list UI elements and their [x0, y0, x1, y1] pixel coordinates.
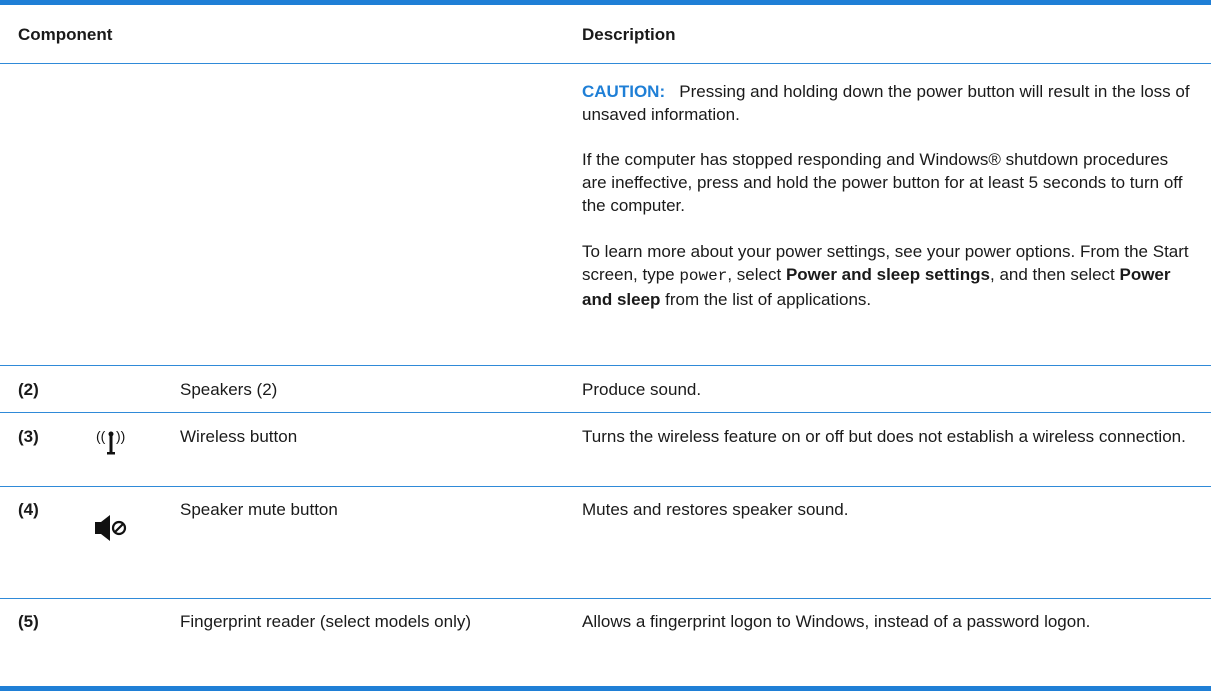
row-4-component: Speaker mute button	[180, 500, 338, 519]
settings-text-2: , select	[727, 265, 786, 284]
row-4-number: (4)	[18, 500, 39, 519]
row-rule	[0, 365, 1211, 366]
header-component: Component	[18, 25, 113, 44]
row-3-number: (3)	[18, 427, 39, 446]
row-rule	[0, 598, 1211, 599]
table-top-rule	[0, 0, 1211, 5]
speaker-mute-icon	[95, 515, 127, 541]
row-5-number: (5)	[18, 612, 39, 631]
header-description: Description	[582, 25, 676, 44]
power-settings-text: To learn more about your power settings,…	[582, 240, 1192, 311]
caution-label: CAUTION:	[582, 82, 666, 101]
row-rule	[0, 486, 1211, 487]
svg-text:((: ((	[96, 428, 106, 444]
row-4-description: Mutes and restores speaker sound.	[582, 500, 849, 519]
settings-text-3: , and then select	[990, 265, 1120, 284]
row-3-description: Turns the wireless feature on or off but…	[582, 427, 1186, 446]
settings-text-4: from the list of applications.	[660, 290, 872, 309]
row-3-component: Wireless button	[180, 427, 298, 446]
row-5-component: Fingerprint reader (select models only)	[180, 612, 472, 631]
row-2-description: Produce sound.	[582, 380, 702, 399]
row-2-number: (2)	[18, 380, 39, 399]
svg-text:)): ))	[116, 428, 125, 444]
row-2-component: Speakers (2)	[180, 380, 278, 399]
caution-text: Pressing and holding down the power butt…	[582, 82, 1190, 124]
wireless-icon: (( ))	[96, 428, 125, 455]
settings-bold-1: Power and sleep settings	[785, 265, 990, 284]
table-bottom-rule	[0, 686, 1211, 691]
header-rule	[0, 63, 1211, 64]
shutdown-text: If the computer has stopped responding a…	[582, 150, 1183, 215]
row-rule	[0, 412, 1211, 413]
caution-note: CAUTION: Pressing and holding down the p…	[582, 80, 1192, 126]
settings-code: power	[679, 267, 728, 285]
row-5-description: Allows a fingerprint logon to Windows, i…	[582, 612, 1091, 631]
